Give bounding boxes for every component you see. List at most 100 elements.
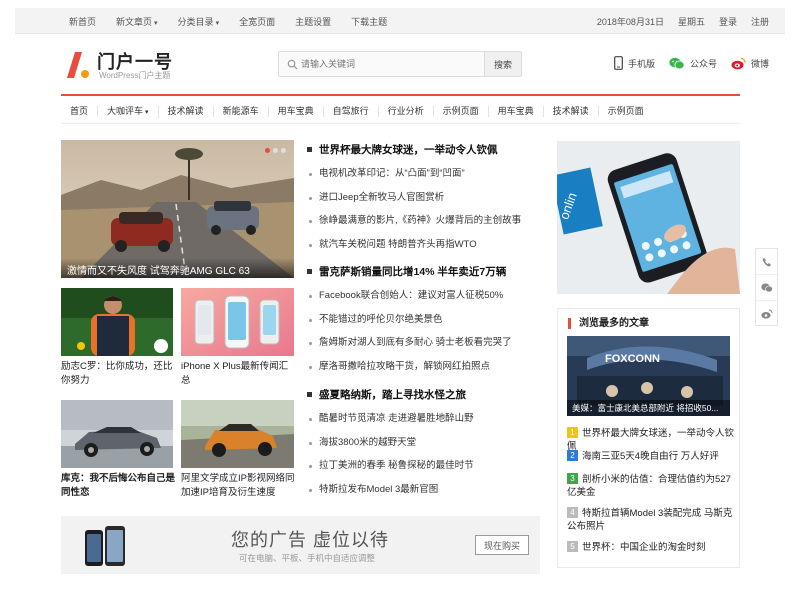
top-bar: 新首页 新文章页 ▾ 分类目录 ▾ 全宽页面 主题设置 下载主题 2018年08月3… [15,8,785,34]
thumb-image-car-gray[interactable] [61,400,173,468]
register-link[interactable]: 注册 [751,15,769,28]
wechat-icon [669,57,685,69]
nav-item-reviews[interactable]: 大咖评车 ▾ [98,105,159,118]
news-item[interactable]: 拉丁美洲的春季 秘鲁探秘的最佳时节 [307,456,547,480]
top-link-download[interactable]: 下载主题 [351,15,387,28]
login-link[interactable]: 登录 [719,15,737,28]
rank-badge: 1 [567,427,578,438]
date-text: 2018年08月31日 [596,16,664,27]
chevron-down-icon: ▾ [145,108,149,116]
news-headline[interactable]: 雷克萨斯销量同比增14% 半年卖近7万辆 [307,262,547,286]
thumb-caption-cook[interactable]: 库克：我不后悔公布自己是同性恋 [61,472,176,500]
sidebar-ad[interactable]: onlin [557,141,740,294]
search-input[interactable] [301,52,481,76]
news-item[interactable]: 就汽车关税问题 特朗普齐头再指WTO [307,235,547,259]
nav-item-car-guide[interactable]: 用车宝典 [269,106,324,117]
news-group-2: 雷克萨斯销量同比增14% 半年卖近7万辆 Facebook联合创始人：建议对富人… [307,262,547,380]
phone-hand-image: onlin [557,141,740,294]
nav-item-home[interactable]: 首页 [61,106,99,117]
popular-image-caption[interactable]: 美媒：富士康北美总部附近 将招收50... [567,400,730,416]
nav-item-sample[interactable]: 示例页面 [434,106,489,117]
popular-item-2[interactable]: 2 海南三亚5天4晚自由行 万人好评 [567,450,737,463]
iphone-image [181,288,294,356]
nav-item-sample-2[interactable]: 示例页面 [599,106,653,117]
top-links: 新首页 新文章页 ▾ 分类目录 ▾ 全宽页面 主题设置 下载主题 [69,8,407,34]
hero-slider[interactable]: 激情而又不失风度 试驾奔驰AMG GLC 63 [61,140,294,278]
top-link-categories[interactable]: 分类目录 ▾ [178,15,220,28]
float-weibo-button[interactable] [756,301,777,327]
nav-item-tech[interactable]: 技术解读 [159,106,214,117]
search-icon [287,59,298,70]
thumb-image-ronaldo[interactable] [61,288,173,356]
site-subtitle: WordPress门户主题 [99,71,171,80]
page: 新首页 新文章页 ▾ 分类目录 ▾ 全宽页面 主题设置 下载主题 2018年08月3… [15,8,785,586]
news-item[interactable]: 酷暑时节觅清凉 走进避暑胜地醉山野 [307,409,547,433]
logo-icon[interactable] [65,50,91,80]
top-link-theme-settings[interactable]: 主题设置 [295,15,331,28]
news-item[interactable]: Facebook联合创始人：建议对富人征税50% [307,286,547,310]
slider-dot-active[interactable] [265,148,270,153]
news-item[interactable]: 进口Jeep全新牧马人官图赏析 [307,188,547,212]
thumb-image-iphone[interactable] [181,288,294,356]
wechat-link[interactable]: 公众号 [669,57,717,70]
header-links: 手机版 公众号 微博 [600,56,769,70]
news-headline[interactable]: 盛夏略纳斯，踏上寻找水怪之旅 [307,385,547,409]
news-item[interactable]: 徐峥最满意的影片,《药神》火爆背后的主创故事 [307,211,547,235]
news-group-3: 盛夏略纳斯，踏上寻找水怪之旅 酷暑时节觅清凉 走进避暑胜地醉山野 海拔3800米… [307,385,547,503]
thumb-caption-ronaldo[interactable]: 励志C罗：比你成功，还比你努力 [61,360,176,388]
car-gray-image [61,400,173,468]
chevron-down-icon: ▾ [154,19,158,27]
popular-item-3[interactable]: 3 剖析小米的估值：合理估值约为527亿美金 [567,473,737,499]
floating-share-bar [755,248,778,326]
news-item[interactable]: 海拔3800米的越野天堂 [307,433,547,457]
news-item[interactable]: 特斯拉发布Model 3最新官图 [307,480,547,504]
nav-item-new-energy[interactable]: 新能源车 [214,106,269,117]
ad-title: 您的广告 虚位以待 [231,530,390,550]
nav-item-car-guide-2[interactable]: 用车宝典 [489,106,544,117]
ronaldo-image [61,288,173,356]
mobile-link[interactable]: 手机版 [614,56,655,70]
hero-caption[interactable]: 激情而又不失风度 试驾奔驰AMG GLC 63 [61,258,294,278]
nav-item-industry[interactable]: 行业分析 [379,106,434,117]
weibo-link[interactable]: 微博 [731,57,769,70]
header-divider [61,94,740,96]
rank-badge: 2 [567,450,578,461]
weibo-icon [760,309,772,319]
rank-badge: 4 [567,507,578,518]
news-item[interactable]: 摩洛哥撒哈拉攻略干货，解锁网红拍照点 [307,357,547,381]
news-headline[interactable]: 世界杯最大牌女球迷，一举动令人钦佩 [307,140,547,164]
thumb-caption-iphone[interactable]: iPhone X Plus最新传闻汇总 [181,360,296,388]
popular-item-4[interactable]: 4 特斯拉首辆Model 3装配完成 马斯克公布照片 [567,507,737,533]
float-wechat-button[interactable] [756,275,777,301]
top-link-fullwidth[interactable]: 全宽页面 [239,15,275,28]
wechat-icon [760,283,773,292]
search-button[interactable]: 搜索 [484,52,521,76]
nav-item-tech-2[interactable]: 技术解读 [544,106,599,117]
weibo-icon [731,57,746,69]
main-nav: 首页 大咖评车 ▾ 技术解读 新能源车 用车宝典 自驾旅行 行业分析 示例页面 用… [61,100,740,124]
phone-icon [614,56,623,70]
news-item[interactable]: 詹姆斯对湖人到底有多耐心 骑士老板看完哭了 [307,333,547,357]
foxconn-sign: FOXCONN [605,353,660,365]
chevron-down-icon: ▾ [215,19,220,27]
popular-featured-image[interactable]: FOXCONN 美媒：富士康北美总部附近 将招收50... [567,336,730,416]
slider-dot[interactable] [281,148,286,153]
phones-ad-image [85,526,125,566]
thumb-image-car-orange[interactable] [181,400,294,468]
top-link-home[interactable]: 新首页 [69,15,96,28]
buy-now-button[interactable]: 现在购买 [475,535,529,555]
float-phone-button[interactable] [756,249,777,275]
top-link-new-article[interactable]: 新文章页 ▾ [116,15,158,28]
thumb-caption-alibaba[interactable]: 阿里文学成立IP影视网络同加速IP培育及衍生速度 [181,472,299,500]
popular-item-5[interactable]: 5 世界杯：中国企业的淘金时刻 [567,541,737,554]
rank-badge: 5 [567,541,578,552]
slider-dots [262,148,286,153]
news-item[interactable]: 不能错过的呼伦贝尔绝美景色 [307,310,547,334]
search-box: 搜索 [278,51,522,77]
slider-dot[interactable] [273,148,278,153]
news-item[interactable]: 电视机改革印记：从“凸面”到“凹面” [307,164,547,188]
ad-banner[interactable]: 您的广告 虚位以待 可在电脑、平板、手机中自适应调整 现在购买 [61,516,540,574]
nav-item-road-trip[interactable]: 自驾旅行 [324,106,379,117]
top-right: 2018年08月31日 星期五 登录 注册 [583,8,769,34]
popular-title: 浏览最多的文章 [568,318,649,329]
